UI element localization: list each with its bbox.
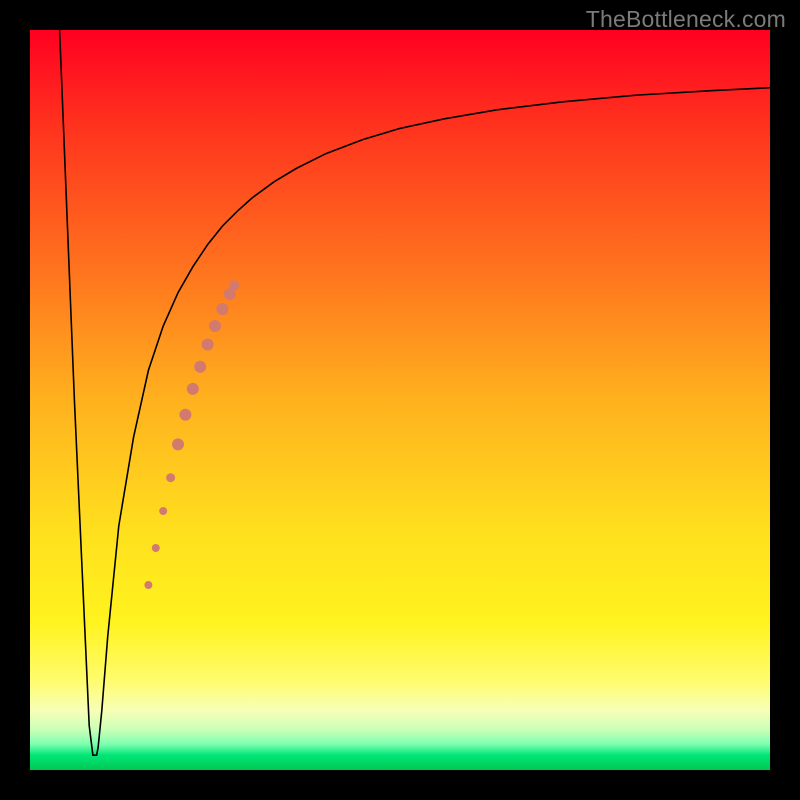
highlight-dot xyxy=(159,507,167,515)
highlight-dot xyxy=(152,544,160,552)
curve-layer xyxy=(30,30,770,770)
highlight-dot xyxy=(144,581,152,589)
chart-frame: TheBottleneck.com xyxy=(0,0,800,800)
bottleneck-curve xyxy=(60,30,770,755)
highlight-dot xyxy=(179,409,191,421)
highlight-dot xyxy=(187,383,199,395)
highlight-dot xyxy=(166,473,175,482)
highlight-dot xyxy=(172,438,184,450)
highlight-dot xyxy=(209,320,221,332)
highlight-dot xyxy=(194,361,206,373)
plot-area xyxy=(30,30,770,770)
watermark-text: TheBottleneck.com xyxy=(586,6,786,33)
highlight-dot xyxy=(229,280,239,290)
highlight-dot xyxy=(202,339,214,351)
highlight-dot xyxy=(216,303,228,315)
highlight-markers xyxy=(144,280,239,589)
